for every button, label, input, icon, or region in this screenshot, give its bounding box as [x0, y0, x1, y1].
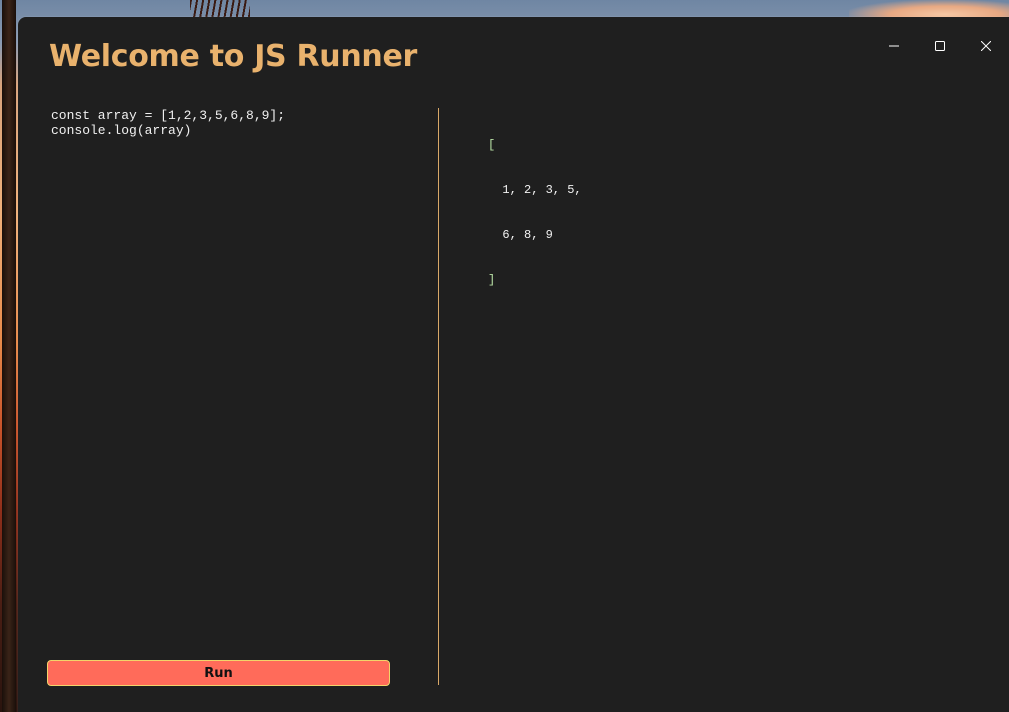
output-line: 1, 2, 3, 5,: [488, 183, 582, 197]
app-window: Welcome to JS Runner const array = [1,2,…: [18, 17, 1009, 712]
maximize-icon: [935, 41, 945, 51]
close-button[interactable]: [963, 31, 1009, 61]
run-button-label: Run: [204, 665, 233, 681]
output-line: 6, 8, 9: [488, 228, 553, 242]
page-title: Welcome to JS Runner: [49, 39, 418, 74]
output-line: [: [488, 138, 496, 152]
minimize-icon: [889, 45, 899, 47]
pane-divider: [438, 108, 439, 685]
minimize-button[interactable]: [871, 31, 917, 61]
window-controls: [871, 31, 1009, 61]
close-icon: [981, 41, 991, 51]
palm-leaves: [190, 0, 250, 18]
maximize-button[interactable]: [917, 31, 963, 61]
code-editor[interactable]: const array = [1,2,3,5,6,8,9]; console.l…: [51, 108, 421, 628]
run-button[interactable]: Run: [47, 660, 390, 686]
output-console: [ 1, 2, 3, 5, 6, 8, 9 ]: [488, 108, 968, 318]
palm-tree: [2, 0, 16, 712]
output-line: ]: [488, 273, 496, 287]
cloud: [849, 0, 1009, 18]
